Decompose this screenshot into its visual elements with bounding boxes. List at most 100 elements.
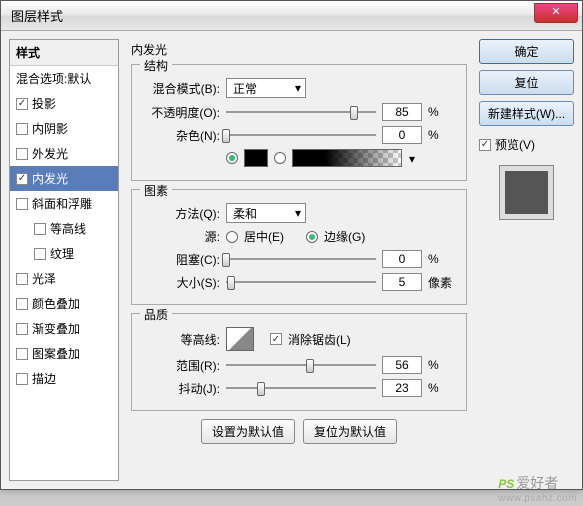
opacity-input[interactable]: 85 — [382, 103, 422, 121]
style-item-label: 描边 — [32, 370, 56, 387]
style-item-checkbox[interactable] — [16, 348, 28, 360]
styles-list-panel: 样式 混合选项:默认 投影内阴影外发光内发光斜面和浮雕等高线纹理光泽颜色叠加渐变… — [9, 39, 119, 481]
choke-unit: % — [428, 252, 456, 266]
style-item-label: 颜色叠加 — [32, 295, 80, 312]
structure-legend: 结构 — [140, 57, 172, 74]
watermark-url: www.psahz.com — [498, 493, 577, 504]
blend-mode-select[interactable]: 正常 — [226, 78, 306, 98]
range-label: 范围(R): — [142, 357, 220, 374]
preview-swatch — [499, 165, 554, 220]
style-item-checkbox[interactable] — [16, 148, 28, 160]
close-button[interactable]: ✕ — [534, 3, 578, 23]
preview-checkbox[interactable] — [479, 139, 491, 151]
ok-button[interactable]: 确定 — [479, 39, 574, 64]
antialias-label: 消除锯齿(L) — [288, 331, 351, 348]
style-item-9[interactable]: 渐变叠加 — [10, 316, 118, 341]
source-edge-radio[interactable] — [306, 231, 318, 243]
style-item-checkbox[interactable] — [34, 223, 46, 235]
style-item-checkbox[interactable] — [16, 198, 28, 210]
style-item-checkbox[interactable] — [34, 248, 46, 260]
make-default-button[interactable]: 设置为默认值 — [201, 419, 295, 444]
contour-label: 等高线: — [142, 331, 220, 348]
source-label: 源: — [142, 228, 220, 245]
style-item-6[interactable]: 纹理 — [10, 241, 118, 266]
opacity-unit: % — [428, 105, 456, 119]
reset-default-button[interactable]: 复位为默认值 — [303, 419, 397, 444]
noise-slider[interactable] — [226, 127, 376, 143]
new-style-button[interactable]: 新建样式(W)... — [479, 101, 574, 126]
noise-label: 杂色(N): — [142, 127, 220, 144]
style-item-checkbox[interactable] — [16, 123, 28, 135]
opacity-slider[interactable] — [226, 104, 376, 120]
style-item-label: 内阴影 — [32, 120, 68, 137]
gradient-picker[interactable] — [292, 149, 402, 167]
style-item-checkbox[interactable] — [16, 298, 28, 310]
style-item-0[interactable]: 投影 — [10, 91, 118, 116]
range-slider[interactable] — [226, 357, 376, 373]
style-item-label: 渐变叠加 — [32, 320, 80, 337]
style-item-8[interactable]: 颜色叠加 — [10, 291, 118, 316]
style-item-label: 外发光 — [32, 145, 68, 162]
style-item-5[interactable]: 等高线 — [10, 216, 118, 241]
source-center-label: 居中(E) — [244, 228, 284, 245]
contour-picker[interactable] — [226, 327, 254, 351]
style-item-10[interactable]: 图案叠加 — [10, 341, 118, 366]
style-item-checkbox[interactable] — [16, 98, 28, 110]
window-title: 图层样式 — [11, 6, 63, 25]
elements-group: 图素 方法(Q): 柔和 源: 居中(E) 边缘(G) 阻塞(C): 0 — [131, 189, 467, 305]
style-item-label: 内发光 — [32, 170, 68, 187]
range-input[interactable]: 56 — [382, 356, 422, 374]
size-label: 大小(S): — [142, 274, 220, 291]
options-panel: 内发光 结构 混合模式(B): 正常 不透明度(O): 85 % 杂色(N): … — [127, 39, 471, 481]
title-bar[interactable]: 图层样式 ✕ — [1, 1, 582, 31]
size-unit: 像素 — [428, 274, 456, 291]
elements-legend: 图素 — [140, 182, 172, 199]
color-swatch[interactable] — [244, 149, 268, 167]
styles-list-header: 样式 — [10, 40, 118, 66]
style-item-label: 纹理 — [50, 245, 74, 262]
jitter-slider[interactable] — [226, 380, 376, 396]
default-buttons-row: 设置为默认值 复位为默认值 — [127, 419, 471, 444]
style-item-label: 投影 — [32, 95, 56, 112]
choke-input[interactable]: 0 — [382, 250, 422, 268]
watermark-brand: PS — [498, 477, 514, 491]
quality-legend: 品质 — [140, 306, 172, 323]
style-item-2[interactable]: 外发光 — [10, 141, 118, 166]
watermark-cn: 爱好者 — [516, 475, 558, 491]
jitter-input[interactable]: 23 — [382, 379, 422, 397]
style-item-label: 光泽 — [32, 270, 56, 287]
style-item-4[interactable]: 斜面和浮雕 — [10, 191, 118, 216]
panel-title: 内发光 — [127, 39, 471, 60]
noise-input[interactable]: 0 — [382, 126, 422, 144]
blend-mode-label: 混合模式(B): — [142, 80, 220, 97]
preview-label: 预览(V) — [495, 136, 535, 153]
technique-select[interactable]: 柔和 — [226, 203, 306, 223]
choke-slider[interactable] — [226, 251, 376, 267]
style-item-label: 图案叠加 — [32, 345, 80, 362]
cancel-button[interactable]: 复位 — [479, 70, 574, 95]
style-item-11[interactable]: 描边 — [10, 366, 118, 391]
style-item-checkbox[interactable] — [16, 323, 28, 335]
source-edge-label: 边缘(G) — [324, 228, 365, 245]
gradient-radio[interactable] — [274, 152, 286, 164]
structure-group: 结构 混合模式(B): 正常 不透明度(O): 85 % 杂色(N): 0 % — [131, 64, 467, 181]
antialias-checkbox[interactable] — [270, 333, 282, 345]
opacity-label: 不透明度(O): — [142, 104, 220, 121]
watermark: PS爱好者 www.psahz.com — [498, 472, 577, 504]
source-center-radio[interactable] — [226, 231, 238, 243]
style-item-1[interactable]: 内阴影 — [10, 116, 118, 141]
technique-label: 方法(Q): — [142, 205, 220, 222]
layer-style-dialog: 图层样式 ✕ 样式 混合选项:默认 投影内阴影外发光内发光斜面和浮雕等高线纹理光… — [0, 0, 583, 490]
style-item-label: 等高线 — [50, 220, 86, 237]
size-slider[interactable] — [226, 274, 376, 290]
style-item-checkbox[interactable] — [16, 373, 28, 385]
style-item-7[interactable]: 光泽 — [10, 266, 118, 291]
color-radio[interactable] — [226, 152, 238, 164]
style-item-checkbox[interactable] — [16, 273, 28, 285]
blending-options-item[interactable]: 混合选项:默认 — [10, 66, 118, 91]
size-input[interactable]: 5 — [382, 273, 422, 291]
style-item-3[interactable]: 内发光 — [10, 166, 118, 191]
style-item-checkbox[interactable] — [16, 173, 28, 185]
noise-unit: % — [428, 128, 456, 142]
action-panel: 确定 复位 新建样式(W)... 预览(V) — [479, 39, 574, 481]
